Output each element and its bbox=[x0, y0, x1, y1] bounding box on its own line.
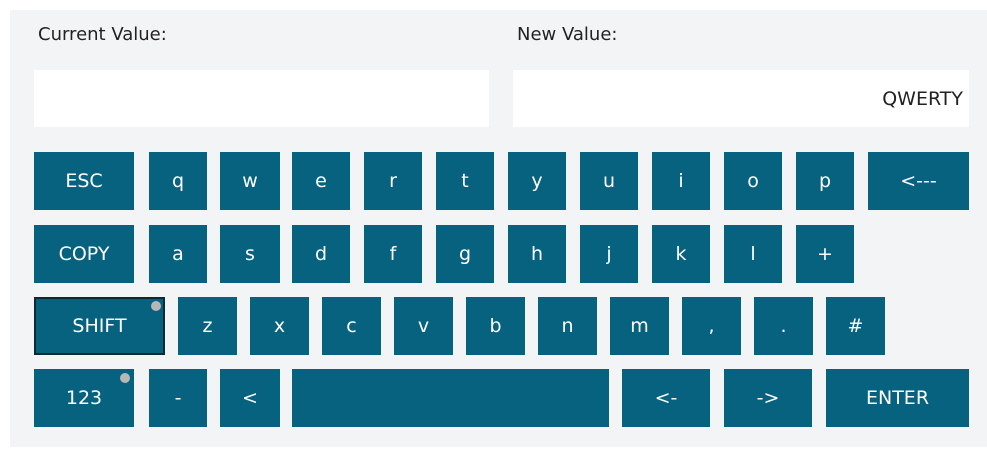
key-o[interactable]: o bbox=[724, 152, 782, 210]
key-x[interactable]: x bbox=[250, 297, 309, 355]
current-value-label: Current Value: bbox=[38, 24, 167, 45]
key-g[interactable]: g bbox=[436, 225, 494, 283]
key-k[interactable]: k bbox=[652, 225, 710, 283]
plus-key[interactable]: + bbox=[796, 225, 854, 283]
key-p[interactable]: p bbox=[796, 152, 854, 210]
shift-key-label: SHIFT bbox=[72, 315, 127, 337]
less-than-key[interactable]: < bbox=[220, 369, 280, 427]
key-h[interactable]: h bbox=[508, 225, 566, 283]
cursor-right-key[interactable]: -> bbox=[724, 369, 812, 427]
hash-key[interactable]: # bbox=[826, 297, 885, 355]
new-value-label: New Value: bbox=[517, 24, 618, 45]
key-a[interactable]: a bbox=[149, 225, 207, 283]
key-j[interactable]: j bbox=[580, 225, 638, 283]
key-m[interactable]: m bbox=[610, 297, 669, 355]
key-b[interactable]: b bbox=[466, 297, 525, 355]
space-key[interactable] bbox=[292, 369, 609, 427]
period-key[interactable]: . bbox=[754, 297, 813, 355]
key-z[interactable]: z bbox=[178, 297, 237, 355]
enter-key[interactable]: ENTER bbox=[826, 369, 969, 427]
numeric-key[interactable]: 123 bbox=[34, 369, 134, 427]
copy-key[interactable]: COPY bbox=[34, 225, 134, 283]
key-c[interactable]: c bbox=[322, 297, 381, 355]
key-l[interactable]: l bbox=[724, 225, 782, 283]
new-value-field[interactable]: QWERTY bbox=[513, 70, 969, 127]
key-e[interactable]: e bbox=[292, 152, 350, 210]
comma-key[interactable]: , bbox=[682, 297, 741, 355]
key-w[interactable]: w bbox=[220, 152, 280, 210]
key-s[interactable]: s bbox=[220, 225, 280, 283]
key-r[interactable]: r bbox=[364, 152, 422, 210]
cursor-left-key[interactable]: <- bbox=[622, 369, 710, 427]
esc-key[interactable]: ESC bbox=[34, 152, 134, 210]
key-u[interactable]: u bbox=[580, 152, 638, 210]
key-q[interactable]: q bbox=[149, 152, 207, 210]
key-d[interactable]: d bbox=[292, 225, 350, 283]
numeric-indicator-dot bbox=[120, 373, 130, 383]
numeric-key-label: 123 bbox=[65, 387, 103, 409]
key-i[interactable]: i bbox=[652, 152, 710, 210]
current-value-field[interactable] bbox=[34, 70, 489, 127]
key-y[interactable]: y bbox=[508, 152, 566, 210]
minus-key[interactable]: - bbox=[149, 369, 207, 427]
backspace-key[interactable]: <--- bbox=[868, 152, 969, 210]
shift-key[interactable]: SHIFT bbox=[34, 297, 165, 355]
key-t[interactable]: t bbox=[436, 152, 494, 210]
key-f[interactable]: f bbox=[364, 225, 422, 283]
shift-indicator-dot bbox=[151, 301, 161, 311]
key-v[interactable]: v bbox=[394, 297, 453, 355]
key-n[interactable]: n bbox=[538, 297, 597, 355]
